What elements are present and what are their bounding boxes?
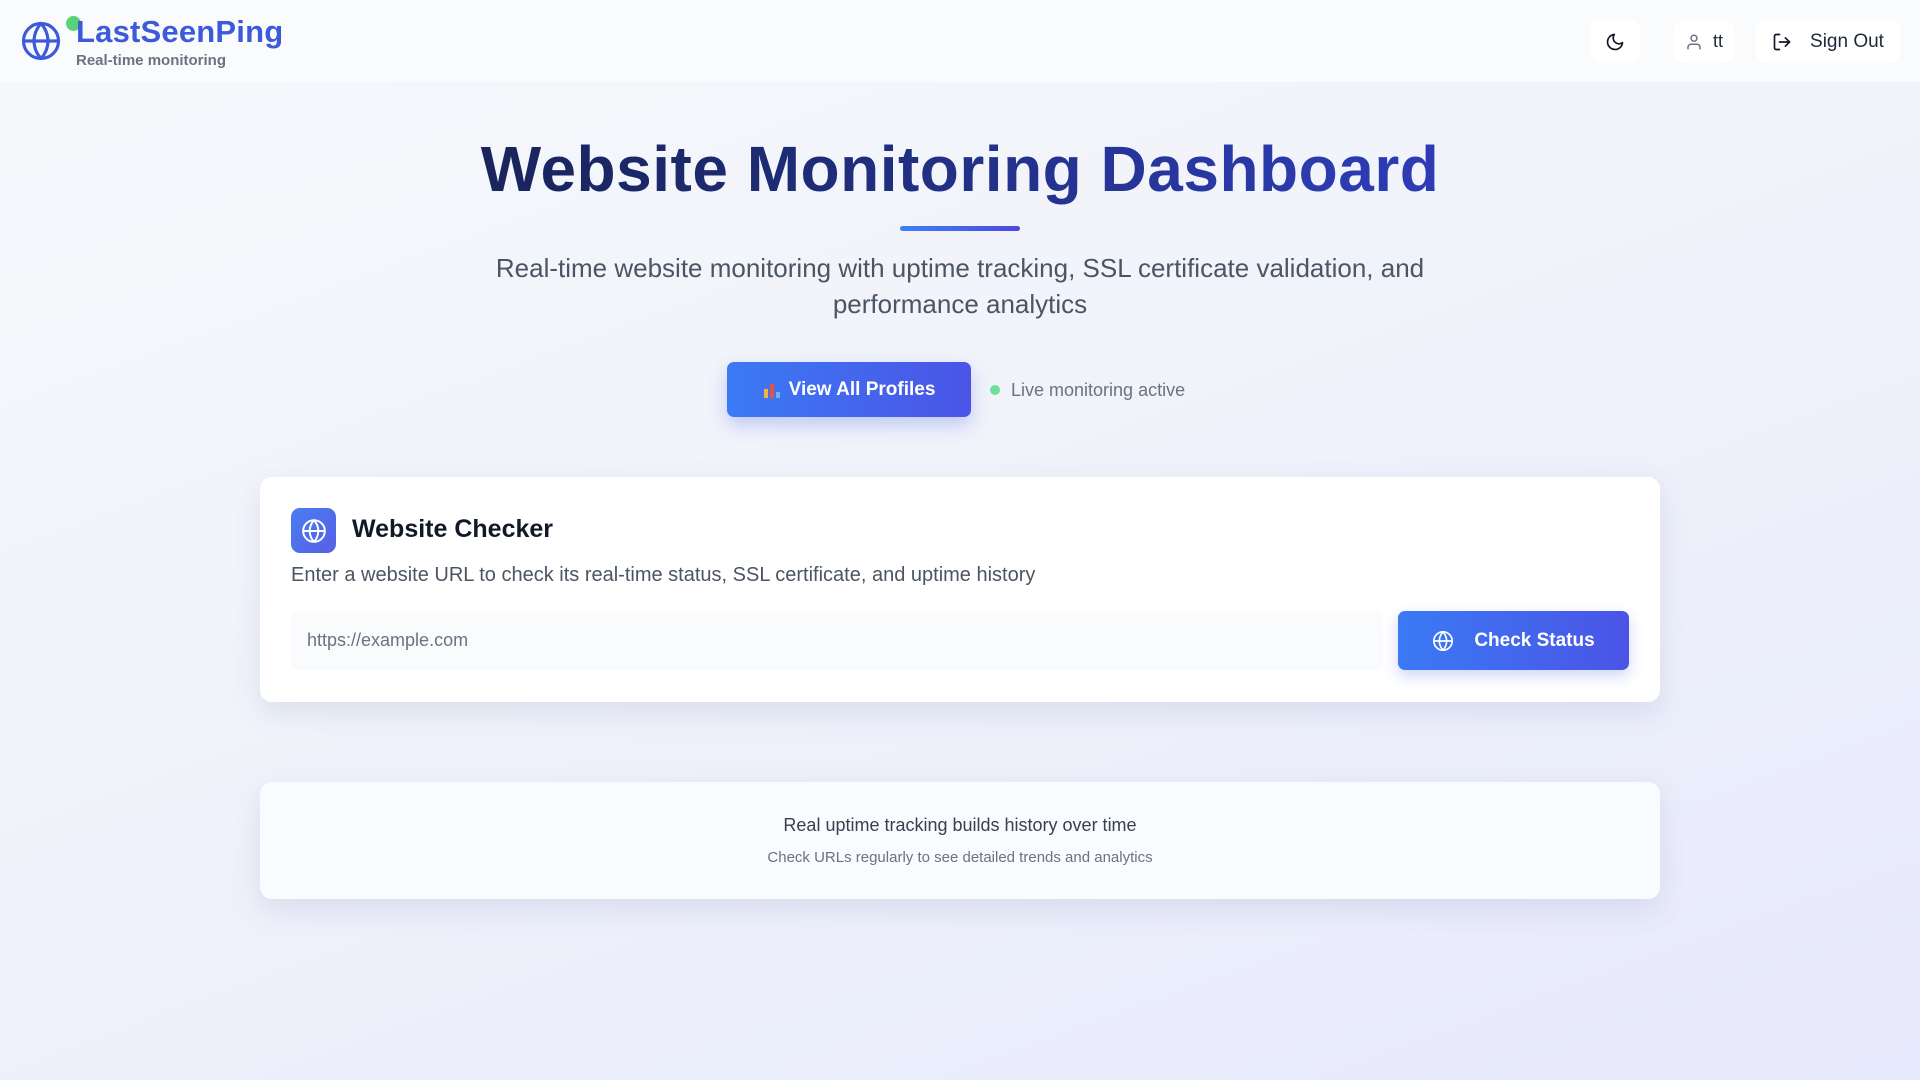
sign-out-label: Sign Out [1810,30,1884,52]
live-status-label: Live monitoring active [1011,379,1186,400]
bar-chart-icon [763,381,781,399]
uptime-info-card: Real uptime tracking builds history over… [260,782,1660,899]
user-icon [1687,34,1701,49]
moon-icon [1606,33,1624,50]
brand-tagline: Real-time monitoring [76,52,227,69]
info-title: Real uptime tracking builds history over… [783,815,1137,835]
check-status-label: Check Status [1474,629,1595,651]
live-status-dot [990,385,1000,395]
globe-icon [1433,630,1454,651]
checker-description: Enter a website URL to check its real-ti… [291,564,1036,586]
user-name: tt [1712,31,1723,51]
theme-toggle-button[interactable] [1590,20,1640,63]
check-status-button[interactable]: Check Status [1398,611,1629,670]
sign-out-button[interactable]: Sign Out [1756,20,1900,63]
checker-icon-badge [291,508,336,553]
checker-title: Website Checker [352,515,554,543]
info-subtitle: Check URLs regularly to see detailed tre… [767,849,1153,866]
view-all-profiles-label: View All Profiles [788,378,936,400]
globe-icon [301,518,326,543]
view-all-profiles-button[interactable]: View All Profiles [727,362,971,417]
live-status: Live monitoring active [990,378,1185,402]
page-subtitle: Real-time website monitoring with uptime… [495,253,1425,319]
logout-icon [1773,33,1791,50]
brand-name: LastSeenPing [76,14,284,49]
user-menu-button[interactable]: tt [1674,20,1734,63]
url-input[interactable] [291,611,1383,670]
page-title: Website Monitoring Dashboard [0,132,1920,206]
top-header: LastSeenPing Real-time monitoring tt Sig… [0,0,1920,82]
globe-icon [21,21,61,61]
title-underline [900,226,1020,231]
website-checker-card: Website Checker Enter a website URL to c… [260,477,1660,702]
